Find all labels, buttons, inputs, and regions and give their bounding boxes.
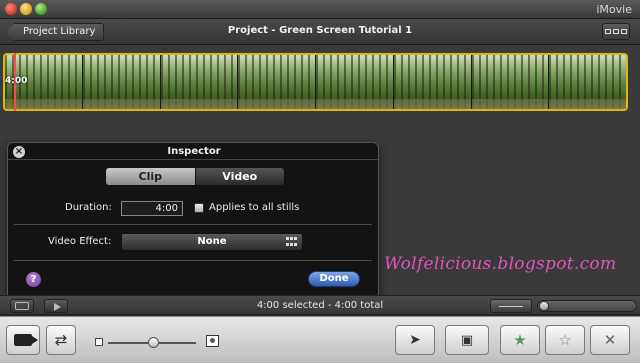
filmstrip-zoom-slider[interactable]	[537, 300, 637, 312]
camera-icon	[14, 334, 38, 346]
playback-strip: 4:00 selected - 4:00 total	[0, 295, 640, 315]
swap-icon: ⇄	[54, 331, 68, 349]
applies-all-checkbox[interactable]	[194, 203, 204, 213]
grid-icon	[286, 237, 298, 247]
inspector-panel: × Inspector Clip Video Duration: 4:00 Ap…	[7, 142, 380, 300]
done-button[interactable]: Done	[308, 271, 360, 287]
slider-knob[interactable]	[148, 337, 159, 348]
add-to-project-button[interactable]: ▣	[445, 325, 489, 355]
app-title: iMovie	[596, 3, 632, 16]
inspector-tabs: Clip Video	[105, 167, 285, 186]
title-divider	[8, 159, 380, 160]
help-button[interactable]: ?	[26, 272, 41, 287]
watermark-text: Wolfelicious.blogspot.com	[384, 254, 617, 274]
clip-frame	[471, 55, 550, 109]
project-title: Project - Green Screen Tutorial 1	[227, 25, 413, 36]
audio-waveform-button[interactable]	[490, 299, 532, 313]
video-clip-filmstrip[interactable]	[3, 53, 628, 111]
bottom-toolbar: ⇄ ➤ ▣ ★ ☆ ✕	[0, 316, 640, 363]
unmark-button[interactable]: ☆	[545, 325, 585, 355]
cursor-icon: ➤	[409, 332, 421, 348]
tab-clip[interactable]: Clip	[106, 168, 195, 185]
tab-video[interactable]: Video	[194, 168, 284, 185]
large-thumbnail-icon	[206, 335, 219, 347]
minimize-window-button[interactable]	[20, 3, 32, 15]
reject-x-icon: ✕	[603, 331, 617, 349]
clip-frame	[393, 55, 472, 109]
section-divider	[14, 260, 372, 261]
star-filled-icon: ★	[513, 331, 527, 349]
duration-field[interactable]: 4:00	[121, 201, 183, 216]
arrow-tool-button[interactable]: ➤	[395, 325, 435, 355]
clip-frame	[549, 55, 626, 109]
zoom-window-button[interactable]	[35, 3, 47, 15]
clip-frame	[316, 55, 394, 109]
clip-frame	[160, 55, 239, 109]
layout-toggle-icon[interactable]	[602, 23, 630, 40]
clip-frame	[238, 55, 316, 109]
star-outline-icon: ☆	[558, 331, 572, 349]
inspector-title: Inspector	[167, 146, 221, 157]
slider-knob[interactable]	[539, 301, 549, 311]
imovie-window: iMovie Project Library Project - Green S…	[0, 0, 640, 363]
section-divider	[14, 224, 372, 225]
film-add-icon: ▣	[460, 332, 474, 348]
import-camera-button[interactable]	[6, 325, 40, 355]
clip-frame	[82, 55, 161, 109]
playhead-timecode: 4:00	[5, 76, 28, 86]
applies-all-label: Applies to all stills	[209, 202, 300, 213]
reject-button[interactable]: ✕	[590, 325, 630, 355]
swap-events-projects-button[interactable]: ⇄	[46, 325, 76, 355]
close-window-button[interactable]	[5, 3, 17, 15]
duration-label: Duration:	[65, 202, 112, 213]
title-bar: iMovie	[0, 0, 640, 19]
favorite-button[interactable]: ★	[500, 325, 540, 355]
project-header: Project Library Project - Green Screen T…	[0, 19, 640, 45]
small-thumbnail-icon	[95, 338, 103, 346]
video-effect-label: Video Effect:	[48, 236, 112, 247]
video-effect-value: None	[197, 236, 227, 247]
video-effect-button[interactable]: None	[121, 233, 303, 251]
